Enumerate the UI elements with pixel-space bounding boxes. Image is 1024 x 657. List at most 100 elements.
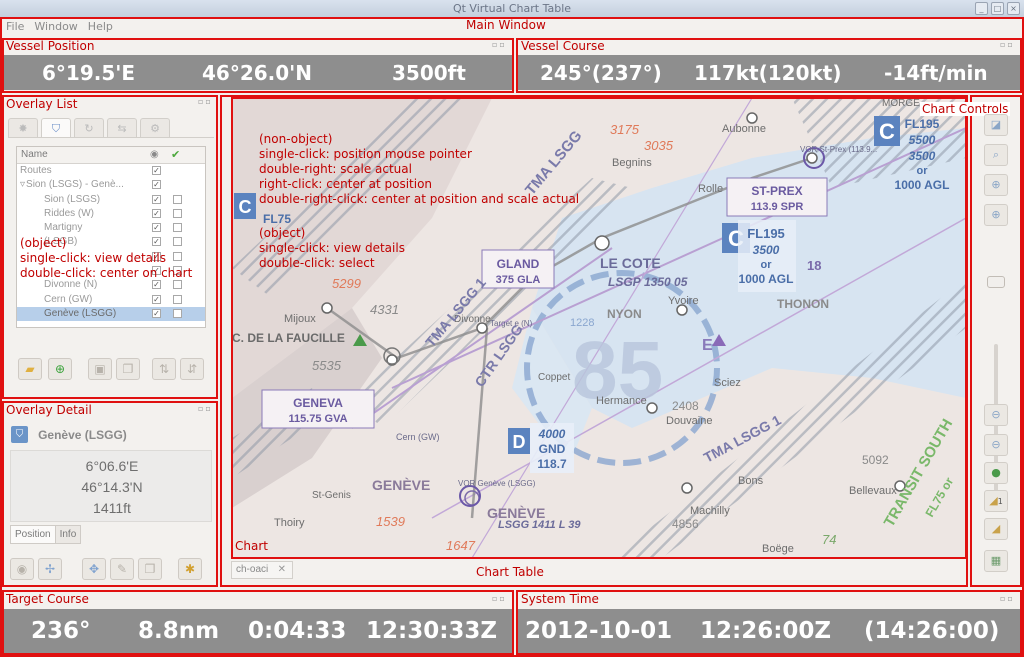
zoom-in-fine-button[interactable]: ⊕ xyxy=(984,204,1008,226)
vessel-position-dock-buttons[interactable]: ▫▫ xyxy=(492,40,507,49)
copy-button[interactable]: ❐ xyxy=(116,358,140,380)
move-down-button[interactable]: ⇵ xyxy=(180,358,204,380)
close-icon[interactable]: × xyxy=(1007,2,1020,15)
tree-row[interactable]: ▿Sion (LSGS) - Genè... ✓ xyxy=(17,178,205,192)
edit-icon: ✎ xyxy=(116,562,128,576)
visible-checkbox[interactable]: ✓ xyxy=(152,223,161,233)
close-tab-icon[interactable]: ✕ xyxy=(278,562,286,578)
visible-checkbox[interactable]: ✓ xyxy=(152,308,161,318)
tree-row[interactable]: Genève (LSGG) ✓ xyxy=(17,306,205,322)
scale-button[interactable]: ◢ xyxy=(984,518,1008,540)
tree-row[interactable]: Martigny ✓ xyxy=(17,221,205,235)
system-time-dock-buttons[interactable]: ▫▫ xyxy=(1000,594,1015,603)
tree-row[interactable]: Cern (GW) ✓ xyxy=(17,293,205,307)
tree-row[interactable]: Routes ✓ xyxy=(17,164,205,178)
star-icon: ✸ xyxy=(18,122,28,135)
target-course-title: Target Course xyxy=(6,592,89,606)
save-button[interactable]: ▣ xyxy=(88,358,112,380)
system-utc: 12:26:00Z xyxy=(700,618,832,644)
overlay-list-dock-buttons[interactable]: ▫▫ xyxy=(198,97,213,106)
tree-row[interactable]: Riddes (W) ✓ xyxy=(17,207,205,221)
overview-button[interactable]: ▦ xyxy=(984,550,1008,572)
visible-checkbox[interactable]: ✓ xyxy=(152,294,161,304)
select-icon: ◪ xyxy=(990,118,1002,131)
map-icon: ▦ xyxy=(990,554,1002,567)
select-checkbox[interactable] xyxy=(173,208,182,218)
chart-table-label: Chart Table xyxy=(476,565,544,579)
zoom-out-button[interactable]: ⊖ xyxy=(984,404,1008,426)
target-course-dock-buttons[interactable]: ▫▫ xyxy=(492,594,507,603)
system-local: (14:26:00) xyxy=(864,618,1000,644)
tab-history[interactable]: ↻ xyxy=(74,118,104,138)
scale-icon: ◢ xyxy=(989,494,998,507)
vessel-course-panel: 245°(237°) 117kt(120kt) -14ft/min xyxy=(518,55,1020,90)
overlay-detail-header: ⛉ Genève (LSGG) xyxy=(11,424,127,444)
zoom-slider-handle[interactable] xyxy=(987,276,1005,288)
add-button[interactable]: ⊕ xyxy=(48,358,72,380)
minimize-icon[interactable]: _ xyxy=(975,2,988,15)
tab-routes[interactable]: ⇆ xyxy=(107,118,137,138)
search-icon: ⌕ xyxy=(992,148,1000,161)
clipboard-button[interactable]: ❐ xyxy=(138,558,162,580)
select-checkbox[interactable] xyxy=(173,294,182,304)
tree-row-label: Riddes (W) xyxy=(44,207,95,219)
tab-info[interactable]: Info xyxy=(55,525,82,544)
visible-checkbox[interactable]: ✓ xyxy=(152,208,161,218)
chart-annotation-3: double-right: scale actual xyxy=(259,162,412,176)
chart-tab-label: ch-oaci xyxy=(236,564,269,575)
overlay-annotation-line-3: double-click: center on chart xyxy=(20,266,193,280)
maximize-icon[interactable]: □ xyxy=(991,2,1004,15)
target-distance: 8.8nm xyxy=(138,618,220,644)
locate-button[interactable]: ✢ xyxy=(38,558,62,580)
tab-overlays[interactable]: ⛉ xyxy=(41,118,71,138)
view-button[interactable]: ◉ xyxy=(10,558,34,580)
shield-icon: ⛉ xyxy=(51,122,61,135)
expand-icon[interactable]: ▿ xyxy=(20,179,25,190)
vessel-position-panel: 6°19.5'E 46°26.0'N 3500ft xyxy=(4,55,512,90)
visible-checkbox[interactable]: ✓ xyxy=(152,180,161,190)
chart-tab[interactable]: ch-oaci ✕ xyxy=(231,561,293,579)
vessel-longitude: 6°19.5'E xyxy=(42,60,136,85)
tree-row[interactable]: Sion (LSGS) ✓ xyxy=(17,193,205,207)
zoom-out-fine-icon: ⊖ xyxy=(991,438,1001,451)
select-checkbox[interactable] xyxy=(173,223,182,233)
visible-checkbox[interactable]: ✓ xyxy=(152,166,161,175)
zoom-in-button[interactable]: ⊕ xyxy=(984,174,1008,196)
crosshair-icon: ✢ xyxy=(44,562,56,576)
select-checkbox[interactable] xyxy=(173,280,182,290)
tree-row-label: Genève (LSGG) xyxy=(44,307,117,319)
system-time-title: System Time xyxy=(521,592,599,606)
visible-checkbox[interactable]: ✓ xyxy=(152,280,161,290)
move-button[interactable]: ✥ xyxy=(82,558,106,580)
overlay-detail-dock-buttons[interactable]: ▫▫ xyxy=(198,404,213,413)
tab-settings[interactable]: ⚙ xyxy=(140,118,170,138)
check-icon: ✔ xyxy=(171,149,181,161)
chart-controls-column: ◪ ⌕ ⊕ ⊕ ⊖ ⊖ ● ◢1 ◢ ▦ xyxy=(982,112,1010,582)
select-checkbox[interactable] xyxy=(173,308,182,318)
select-button[interactable]: ◪ xyxy=(984,114,1008,136)
search-button[interactable]: ⌕ xyxy=(984,144,1008,166)
add-icon: ⊕ xyxy=(54,362,66,376)
main-window: Qt Virtual Chart Table _ □ × File Window… xyxy=(0,0,1024,657)
select-checkbox[interactable] xyxy=(173,194,182,204)
arrow-down-icon: ⇵ xyxy=(186,362,198,376)
tab-star[interactable]: ✸ xyxy=(8,118,38,138)
scale-actual-button[interactable]: ◢1 xyxy=(984,490,1008,512)
zoom-out-fine-button[interactable]: ⊖ xyxy=(984,434,1008,456)
move-icon: ✥ xyxy=(88,562,100,576)
scale-1-label: 1 xyxy=(997,497,1003,506)
center-button[interactable]: ● xyxy=(984,462,1008,484)
chart-annotation-6: (object) xyxy=(259,226,306,240)
tab-position[interactable]: Position xyxy=(10,525,56,544)
overlay-annotation-line-2: single-click: view details xyxy=(20,251,166,265)
visible-checkbox[interactable]: ✓ xyxy=(152,194,161,204)
globe-icon: ● xyxy=(991,466,1001,479)
tools-icon: ✱ xyxy=(184,562,196,576)
move-up-button[interactable]: ⇅ xyxy=(152,358,176,380)
zoom-in-icon: ⊕ xyxy=(991,178,1001,191)
tools-button[interactable]: ✱ xyxy=(178,558,202,580)
open-folder-button[interactable]: ▰ xyxy=(18,358,42,380)
vessel-course-dock-buttons[interactable]: ▫▫ xyxy=(1000,40,1015,49)
overlay-list-title: Overlay List xyxy=(6,97,78,111)
edit-button[interactable]: ✎ xyxy=(110,558,134,580)
